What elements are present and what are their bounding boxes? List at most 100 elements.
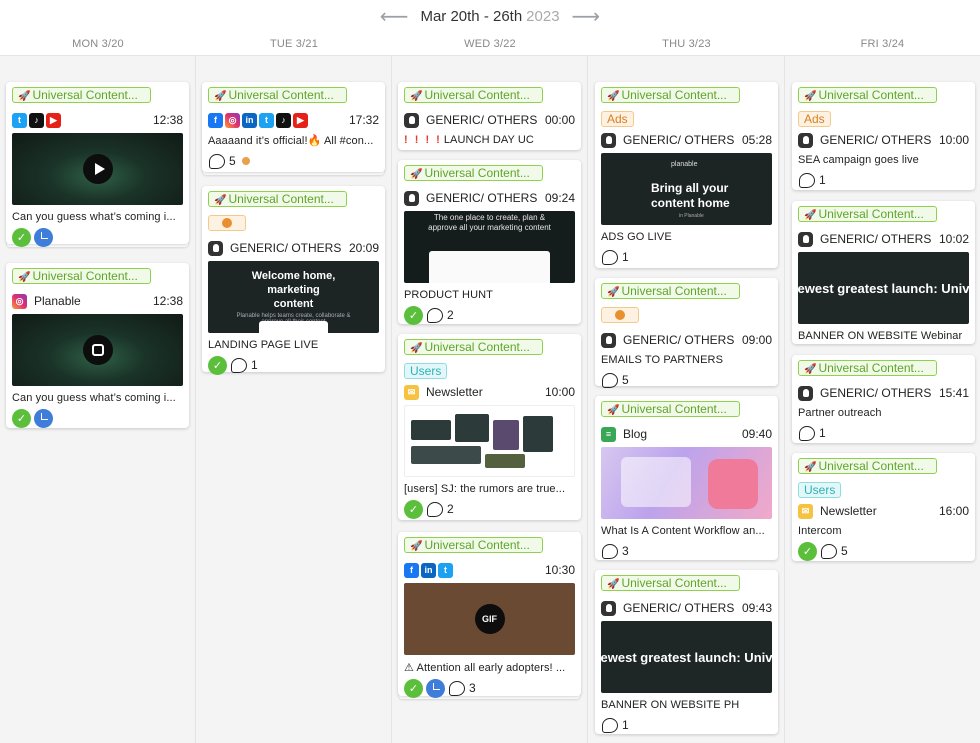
comment-icon <box>602 717 618 733</box>
arrow-left-icon[interactable]: ⟵ <box>380 6 409 26</box>
campaign-tag[interactable]: 🚀 Universal Content... <box>601 283 740 299</box>
scheduled-clock-icon <box>426 678 445 698</box>
post-card[interactable]: 🚀 Universal Content... GENERIC/ OTHERS 20… <box>202 186 385 375</box>
comments-count[interactable]: 3 <box>602 543 629 559</box>
label-chip-ads[interactable]: Ads <box>601 111 634 127</box>
post-time: 12:38 <box>152 294 183 308</box>
reel-thumbnail[interactable] <box>12 314 183 386</box>
week-navigator: ⟵ Mar 20th - 26th 2023 ⟶ <box>0 0 980 32</box>
comments-count[interactable]: 2 <box>427 501 454 517</box>
post-caption: ! ! ! ! LAUNCH DAY UC <box>404 134 534 146</box>
label-chip-ads[interactable]: Ads <box>798 111 831 127</box>
comments-count[interactable]: 3 <box>449 680 476 696</box>
exclamation-icons: ! ! ! ! <box>404 134 442 146</box>
post-card[interactable]: 🚀 Universal Content... Ads GENERIC/ OTHER… <box>595 82 778 268</box>
rocket-icon: 🚀 <box>607 579 620 590</box>
campaign-tag[interactable]: 🚀 Universal Content... <box>798 458 937 474</box>
generic-channel-icon <box>404 112 419 128</box>
comments-count[interactable]: 1 <box>231 357 258 373</box>
comments-count[interactable]: 5 <box>209 153 236 169</box>
post-card[interactable]: 🚀 Universal Content... GENERIC/ OTHERS 09… <box>595 570 778 734</box>
post-card[interactable]: 🚀 Universal Content... GENERIC/ OTHERS 10… <box>792 201 975 344</box>
linkedin-icon: in <box>242 112 257 128</box>
day-header-thu: THU 3/23 <box>588 32 785 56</box>
newsletter-thumbnail[interactable] <box>404 405 575 477</box>
post-card[interactable]: 🚀 Universal Content... Users ✉ Newsletter… <box>398 334 581 520</box>
post-caption: Partner outreach <box>798 407 882 419</box>
ad-thumbnail[interactable]: planable Bring all your content home in … <box>601 153 772 225</box>
post-card[interactable]: 🚀 Universal Content... GENERIC/ OTHERS 09… <box>398 160 581 325</box>
post-card[interactable]: 🚀 Universal Content... Ads GENERIC/ OTHER… <box>792 82 975 190</box>
post-card[interactable]: 🚀 Universal Content... Users ✉ Newsletter… <box>792 453 975 561</box>
thumbnail-subtitle: in Planable <box>679 213 704 219</box>
rocket-icon: 🚀 <box>804 210 817 221</box>
generic-channel-icon <box>601 332 616 348</box>
label-chip[interactable] <box>208 215 246 231</box>
post-card[interactable]: 🚀 Universal Content... GENERIC/ OTHERS 00… <box>398 82 581 150</box>
video-thumbnail[interactable] <box>12 133 183 205</box>
arrow-right-icon[interactable]: ⟶ <box>572 6 601 26</box>
post-caption: SEA campaign goes live <box>798 154 919 166</box>
rocket-icon: 🚀 <box>804 364 817 375</box>
label-chip-users[interactable]: Users <box>404 363 448 379</box>
twitter-icon: t <box>12 112 27 128</box>
planable-logo: planable <box>671 161 698 168</box>
post-card[interactable]: 🚀 Universal Content... f ◎ in t ♪ ▶ 17:32… <box>202 82 385 172</box>
post-card[interactable]: 🚀 Universal Content... ≡ Blog 09:40 What … <box>595 396 778 560</box>
campaign-tag[interactable]: 🚀 Universal Content... <box>601 575 740 591</box>
comments-count[interactable]: 5 <box>821 543 848 559</box>
post-caption: Intercom <box>798 525 842 537</box>
campaign-tag[interactable]: 🚀 Universal Content... <box>404 537 543 553</box>
campaign-tag[interactable]: 🚀 Universal Content... <box>798 360 937 376</box>
channel-name: Newsletter <box>820 504 877 518</box>
comments-count[interactable]: 1 <box>799 172 826 188</box>
comments-count[interactable]: 1 <box>602 717 629 733</box>
tiktok-icon: ♪ <box>29 112 44 128</box>
campaign-tag[interactable]: 🚀 Universal Content... <box>798 206 937 222</box>
post-card[interactable]: 🚀 Universal Content... f in t 10:30 GIF ⚠… <box>398 532 581 698</box>
post-time: 09:43 <box>741 601 772 615</box>
instagram-icon: ◎ <box>225 112 240 128</box>
post-card[interactable]: 🚀 Universal Content... GENERIC/ OTHERS 15… <box>792 355 975 443</box>
post-caption: ⚠ Attention all early adopters! ... <box>404 662 566 674</box>
campaign-tag[interactable]: 🚀 Universal Content... <box>208 191 347 207</box>
image-thumbnail[interactable]: Welcome home, marketing content Planable… <box>208 261 379 333</box>
post-card[interactable]: 🚀 Universal Content... GENERIC/ OTHERS 09… <box>595 278 778 388</box>
banner-thumbnail[interactable]: ewest greatest launch: Univ <box>601 621 772 693</box>
campaign-tag[interactable]: 🚀 Universal Content... <box>12 268 151 284</box>
image-thumbnail[interactable]: The one place to create, plan & approve … <box>404 211 575 283</box>
rocket-icon: 🚀 <box>214 195 227 206</box>
campaign-tag[interactable]: 🚀 Universal Content... <box>208 87 347 103</box>
campaign-tag[interactable]: 🚀 Universal Content... <box>404 339 543 355</box>
comment-icon <box>602 372 618 388</box>
twitter-icon: t <box>438 562 453 578</box>
banner-thumbnail[interactable]: ewest greatest launch: Univ <box>798 252 969 324</box>
campaign-tag[interactable]: 🚀 Universal Content... <box>404 165 543 181</box>
comments-count[interactable]: 5 <box>602 372 629 388</box>
campaign-tag[interactable]: 🚀 Universal Content... <box>798 87 937 103</box>
facebook-icon: f <box>404 562 419 578</box>
linkedin-icon: in <box>421 562 436 578</box>
instagram-icon: ◎ <box>12 293 27 309</box>
post-card[interactable]: 🚀 Universal Content... ◎ Planable 12:38 C… <box>6 263 189 428</box>
comment-icon <box>449 680 465 696</box>
label-chip-users[interactable]: Users <box>798 482 842 498</box>
play-icon <box>94 163 105 175</box>
post-time: 00:00 <box>544 113 575 127</box>
campaign-tag[interactable]: 🚀 Universal Content... <box>404 87 543 103</box>
campaign-tag[interactable]: 🚀 Universal Content... <box>601 401 740 417</box>
twitter-icon: t <box>259 112 274 128</box>
post-card[interactable]: 🚀 Universal Content... t ♪ ▶ 12:38 Can yo… <box>6 82 189 247</box>
comments-count[interactable]: 1 <box>602 249 629 265</box>
gif-thumbnail[interactable]: GIF <box>404 583 575 655</box>
campaign-tag[interactable]: 🚀 Universal Content... <box>601 87 740 103</box>
post-time: 10:30 <box>544 563 575 577</box>
post-time: 10:02 <box>938 232 969 246</box>
comments-count[interactable]: 2 <box>427 307 454 323</box>
post-time: 16:00 <box>938 504 969 518</box>
blog-thumbnail[interactable] <box>601 447 772 519</box>
approved-icon: ✓ <box>12 408 31 428</box>
comments-count[interactable]: 1 <box>799 425 826 441</box>
campaign-tag[interactable]: 🚀 Universal Content... <box>12 87 151 103</box>
label-chip[interactable] <box>601 307 639 323</box>
